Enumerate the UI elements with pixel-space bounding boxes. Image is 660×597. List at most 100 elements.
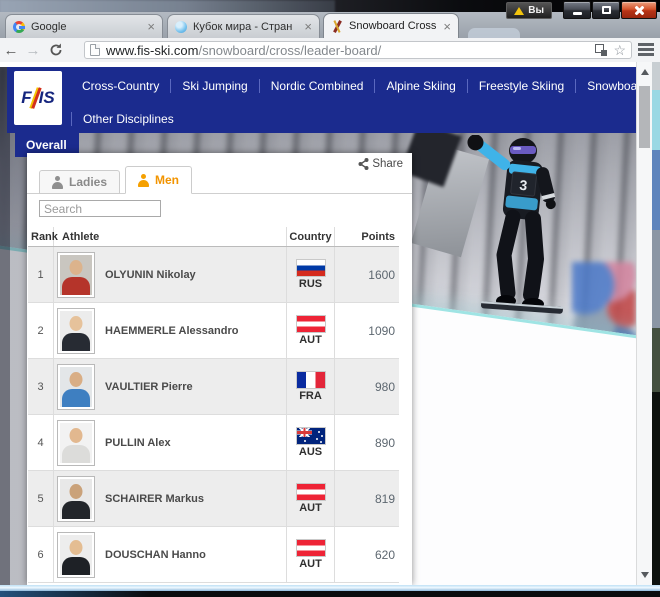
points-cell: 890	[335, 415, 399, 470]
nav-item-nordic-combined[interactable]: Nordic Combined	[260, 79, 375, 93]
reload-button[interactable]	[44, 43, 68, 57]
share-button[interactable]: Share	[358, 158, 403, 170]
country-flag	[296, 315, 326, 333]
athlete-name[interactable]: OLYUNIN Nikolay	[105, 269, 196, 281]
address-bar[interactable]: www.fis-ski.com/snowboard/cross/leader-b…	[84, 41, 632, 59]
scrollbar-up-arrow[interactable]	[641, 69, 649, 75]
url-host: www.fis-ski.com	[106, 43, 198, 58]
browser-tab-google[interactable]: Google ×	[5, 14, 163, 38]
tab-men-label: Men	[155, 173, 179, 187]
table-row[interactable]: 1 OLYUNIN Nikolay RUS 1600	[28, 247, 399, 303]
warning-triangle-icon	[514, 7, 524, 15]
nav-item-snowboard[interactable]: Snowboard	[576, 79, 636, 93]
table-row[interactable]: 5 SCHAIRER Markus AUT 819	[28, 471, 399, 527]
country-flag	[296, 483, 326, 501]
athlete-cell: SCHAIRER Markus	[54, 471, 287, 526]
table-body: 1 OLYUNIN Nikolay RUS 1600 2 HA	[28, 247, 399, 583]
maximize-icon	[602, 6, 611, 14]
tab-title: Snowboard Cross: Le	[349, 20, 437, 32]
athlete-cell: HAEMMERLE Alessandro	[54, 303, 287, 358]
nav-item-ski-jumping[interactable]: Ski Jumping	[171, 79, 258, 93]
person-icon	[138, 174, 149, 187]
country-cell: FRA	[287, 359, 335, 414]
points-cell: 620	[335, 527, 399, 582]
photo-body-silhouette	[62, 389, 90, 407]
maximize-button[interactable]	[592, 1, 620, 19]
photo-head-silhouette	[70, 372, 83, 387]
kubok-favicon-icon	[175, 21, 187, 33]
athlete-name[interactable]: HAEMMERLE Alessandro	[105, 325, 238, 337]
tab-close-icon[interactable]: ×	[443, 21, 451, 32]
athlete-name[interactable]: VAULTIER Pierre	[105, 381, 193, 393]
search-input[interactable]	[39, 200, 161, 217]
fis-site-header: F I S Cross-CountrySki JumpingNordic Com…	[7, 67, 636, 133]
screenshot-root: Google × Кубок мира - Стран × Snowboard …	[0, 0, 660, 597]
site-nav-row1: Cross-CountrySki JumpingNordic CombinedA…	[71, 79, 636, 93]
table-row[interactable]: 4 PULLIN Alex AUS 890	[28, 415, 399, 471]
snowboarder-figure: 3	[453, 135, 578, 320]
tab-ladies[interactable]: Ladies	[39, 170, 120, 194]
country-cell: AUS	[287, 415, 335, 470]
country-code: AUT	[299, 558, 322, 570]
back-button[interactable]: ←	[0, 42, 22, 59]
site-nav-row2: Other Disciplines	[71, 112, 185, 126]
photo-body-silhouette	[62, 557, 90, 575]
tab-close-icon[interactable]: ×	[147, 21, 155, 32]
rank-cell: 5	[28, 471, 54, 526]
tab-men[interactable]: Men	[125, 166, 192, 194]
browser-toolbar: ← → www.fis-ski.com/snowboard/cross/lead…	[0, 38, 660, 62]
share-label: Share	[372, 158, 403, 170]
country-code: AUS	[299, 446, 322, 458]
google-favicon-icon	[13, 21, 25, 33]
page-content: 3	[0, 62, 636, 585]
athlete-photo-inner	[60, 255, 92, 295]
table-row[interactable]: 2 HAEMMERLE Alessandro AUT 1090	[28, 303, 399, 359]
nav-item-cross-country[interactable]: Cross-Country	[71, 79, 170, 93]
athlete-name[interactable]: DOUSCHAN Hanno	[105, 549, 206, 561]
athlete-name[interactable]: SCHAIRER Markus	[105, 493, 204, 505]
table-row[interactable]: 6 DOUSCHAN Hanno AUT 620	[28, 527, 399, 583]
athlete-cell: DOUSCHAN Hanno	[54, 527, 287, 582]
close-button[interactable]	[621, 1, 657, 19]
country-flag	[296, 539, 326, 557]
athlete-photo	[57, 476, 95, 522]
table-row[interactable]: 3 VAULTIER Pierre FRA 980	[28, 359, 399, 415]
forward-button[interactable]: →	[22, 42, 44, 59]
photo-head-silhouette	[70, 484, 83, 499]
photo-head-silhouette	[70, 260, 83, 275]
fis-logo[interactable]: F I S	[14, 71, 62, 125]
person-icon	[52, 176, 63, 189]
nav-item-freestyle-skiing[interactable]: Freestyle Skiing	[468, 79, 575, 93]
fis-favicon-icon	[331, 20, 343, 32]
close-icon	[634, 5, 645, 16]
reload-icon	[49, 43, 63, 57]
tab-close-icon[interactable]: ×	[304, 21, 312, 32]
bookmark-star-icon[interactable]: ☆	[613, 43, 626, 57]
athlete-name[interactable]: PULLIN Alex	[105, 437, 171, 449]
browser-menu-button[interactable]	[638, 43, 654, 56]
minimize-button[interactable]	[563, 1, 591, 19]
desktop-edge-strip	[652, 62, 660, 585]
language-indicator[interactable]: Вы	[506, 2, 552, 19]
language-label: Вы	[528, 5, 544, 16]
browser-tab-kubok[interactable]: Кубок мира - Стран ×	[167, 14, 320, 38]
header-athlete: Athlete	[54, 227, 287, 246]
rank-cell: 1	[28, 247, 54, 302]
nav-item-alpine-skiing[interactable]: Alpine Skiing	[375, 79, 466, 93]
athlete-photo	[57, 308, 95, 354]
browser-chrome: Google × Кубок мира - Стран × Snowboard …	[0, 0, 660, 62]
athlete-photo-inner	[60, 367, 92, 407]
scrollbar-down-arrow[interactable]	[641, 572, 649, 578]
athlete-photo-inner	[60, 479, 92, 519]
rank-cell: 4	[28, 415, 54, 470]
url-text: www.fis-ski.com/snowboard/cross/leader-b…	[106, 43, 589, 58]
leaderboard-card: Share Ladies Men Rank Athlete Country	[27, 153, 412, 585]
input-method-icon[interactable]	[595, 44, 607, 56]
nav-item-other-disciplines[interactable]: Other Disciplines	[72, 112, 185, 126]
rank-cell: 6	[28, 527, 54, 582]
browser-tab-snowboard-cross-active[interactable]: Snowboard Cross: Le ×	[323, 13, 459, 38]
browser-scrollbar[interactable]	[636, 62, 652, 585]
country-flag	[296, 371, 326, 389]
scrollbar-thumb[interactable]	[639, 86, 650, 148]
points-cell: 980	[335, 359, 399, 414]
